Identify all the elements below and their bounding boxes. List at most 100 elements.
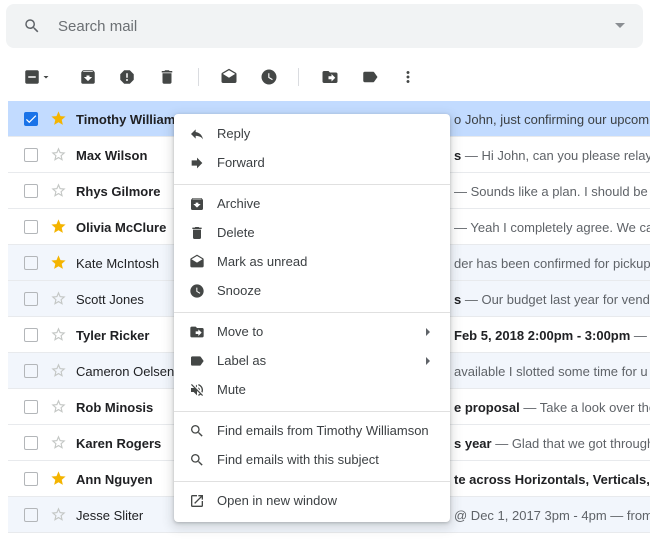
menu-item-label: Reply <box>217 126 251 141</box>
star-filled-icon[interactable] <box>50 470 67 487</box>
archive-icon[interactable] <box>78 67 98 87</box>
forward-icon <box>189 155 205 171</box>
star-filled-icon[interactable] <box>50 110 67 127</box>
email-snippet: — Yeah I completely agree. We can <box>454 220 650 235</box>
menu-item-reply[interactable]: Reply <box>174 120 450 149</box>
submenu-arrow-icon <box>426 357 430 365</box>
star-filled-icon[interactable] <box>50 218 67 235</box>
report-spam-icon[interactable] <box>117 67 137 87</box>
email-snippet: available I slotted some time for u <box>454 364 648 379</box>
menu-divider <box>174 411 450 412</box>
select-all-icon[interactable] <box>22 67 42 87</box>
email-checkbox[interactable] <box>24 292 38 306</box>
menu-item-find-emails-with-this-subject[interactable]: Find emails with this subject <box>174 446 450 475</box>
email-checkbox[interactable] <box>24 112 38 126</box>
archive-icon <box>189 196 205 212</box>
menu-item-move-to[interactable]: Move to <box>174 318 450 347</box>
menu-item-label: Mute <box>217 382 246 397</box>
open-in-new-icon <box>189 493 205 509</box>
menu-item-label: Snooze <box>217 283 262 298</box>
label-icon <box>189 353 205 369</box>
move-to-icon <box>189 324 205 340</box>
search-icon[interactable] <box>23 17 41 35</box>
menu-item-mark-as-unread[interactable]: Mark as unread <box>174 248 450 277</box>
email-preview: te across Horizontals, Verticals, i1 <box>454 472 650 487</box>
snooze-icon <box>189 283 205 299</box>
email-sender: Jesse Sliter <box>76 508 144 523</box>
email-sender: Rob Minosis <box>76 400 154 415</box>
email-subject: s year <box>454 436 492 451</box>
email-checkbox[interactable] <box>24 148 38 162</box>
email-subject: te across Horizontals, Verticals, i1 <box>454 472 650 487</box>
email-sender: Timothy Williams <box>76 112 183 127</box>
star-icon[interactable] <box>50 326 67 343</box>
menu-item-label: Label as <box>217 353 267 368</box>
menu-divider <box>174 481 450 482</box>
toolbar <box>0 56 650 100</box>
email-snippet: — Our budget last year for vendo <box>461 292 650 307</box>
menu-item-delete[interactable]: Delete <box>174 219 450 248</box>
email-preview: @ Dec 1, 2017 3pm - 4pm — from yo <box>454 508 650 523</box>
mark-as-read-icon[interactable] <box>219 67 239 87</box>
email-sender: Scott Jones <box>76 292 144 307</box>
menu-item-snooze[interactable]: Snooze <box>174 277 450 306</box>
menu-item-forward[interactable]: Forward <box>174 149 450 178</box>
menu-item-label-as[interactable]: Label as <box>174 347 450 376</box>
email-checkbox[interactable] <box>24 256 38 270</box>
move-to-icon[interactable] <box>320 67 340 87</box>
snooze-icon[interactable] <box>259 67 279 87</box>
email-checkbox[interactable] <box>24 184 38 198</box>
email-snippet: der has been confirmed for pickup <box>454 256 650 271</box>
menu-item-label: Open in new window <box>217 493 337 508</box>
toolbar-divider <box>198 68 199 86</box>
email-checkbox[interactable] <box>24 364 38 378</box>
context-menu: Reply Forward Archive Delete Mark as unread S… <box>174 114 450 522</box>
email-preview: Feb 5, 2018 2:00pm - 3:00pm — Yo <box>454 328 650 343</box>
email-sender: Max Wilson <box>76 148 148 163</box>
email-snippet: — Hi John, can you please relay t <box>461 148 650 163</box>
email-checkbox[interactable] <box>24 508 38 522</box>
star-icon[interactable] <box>50 434 67 451</box>
search-options-chevron-down-icon[interactable] <box>615 23 625 28</box>
menu-divider <box>174 312 450 313</box>
star-icon[interactable] <box>50 362 67 379</box>
star-icon[interactable] <box>50 290 67 307</box>
select-chevron-down-icon[interactable] <box>40 67 52 87</box>
email-checkbox[interactable] <box>24 472 38 486</box>
email-snippet: — Glad that we got through <box>491 436 650 451</box>
email-snippet: — Sounds like a plan. I should be fi <box>454 184 650 199</box>
email-preview: o John, just confirming our upcomi <box>454 112 650 127</box>
email-preview: der has been confirmed for pickup <box>454 256 650 271</box>
more-icon[interactable] <box>398 67 418 87</box>
star-filled-icon[interactable] <box>50 254 67 271</box>
email-checkbox[interactable] <box>24 436 38 450</box>
email-preview: available I slotted some time for u <box>454 364 650 379</box>
delete-icon <box>189 225 205 241</box>
star-icon[interactable] <box>50 182 67 199</box>
email-sender: Tyler Ricker <box>76 328 150 343</box>
email-checkbox[interactable] <box>24 328 38 342</box>
menu-item-archive[interactable]: Archive <box>174 190 450 219</box>
email-sender: Rhys Gilmore <box>76 184 161 199</box>
label-icon[interactable] <box>360 67 380 87</box>
delete-icon[interactable] <box>157 67 177 87</box>
star-icon[interactable] <box>50 146 67 163</box>
menu-item-find-emails-from-timothy-williamson[interactable]: Find emails from Timothy Williamson <box>174 417 450 446</box>
email-subject: Feb 5, 2018 2:00pm - 3:00pm <box>454 328 631 343</box>
search-input[interactable] <box>50 4 590 48</box>
email-checkbox[interactable] <box>24 220 38 234</box>
email-sender: Ann Nguyen <box>76 472 153 487</box>
star-icon[interactable] <box>50 506 67 523</box>
star-icon[interactable] <box>50 398 67 415</box>
email-preview: e proposal — Take a look over the <box>454 400 650 415</box>
gmail-page: Timothy Williams o John, just confirming … <box>0 0 650 539</box>
email-sender: Olivia McClure <box>76 220 167 235</box>
menu-item-label: Mark as unread <box>217 254 308 269</box>
email-checkbox[interactable] <box>24 400 38 414</box>
menu-item-mute[interactable]: Mute <box>174 376 450 405</box>
email-preview: — Sounds like a plan. I should be fi <box>454 184 650 199</box>
email-snippet: — Take a look over the <box>519 400 650 415</box>
email-snippet: @ Dec 1, 2017 3pm - 4pm — from yo <box>454 508 650 523</box>
search-icon <box>189 423 205 439</box>
menu-item-open-in-new-window[interactable]: Open in new window <box>174 487 450 516</box>
